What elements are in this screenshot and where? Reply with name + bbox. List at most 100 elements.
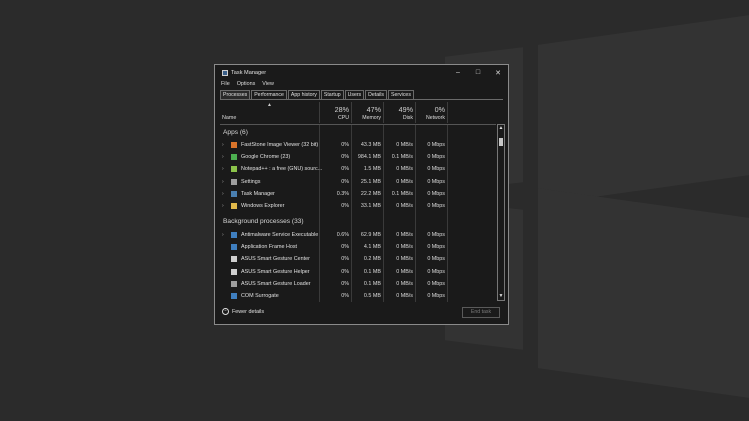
process-cpu: 0% bbox=[341, 244, 349, 251]
title-bar[interactable]: Task Manager – □ ✕ bbox=[215, 65, 508, 80]
chevron-right-icon[interactable]: › bbox=[222, 191, 224, 197]
gear-icon bbox=[231, 178, 237, 185]
column-cpu[interactable]: 28% CPU bbox=[319, 102, 351, 123]
footer: ⌃ Fewer details End task bbox=[215, 303, 508, 325]
process-disk: 0.1 MB/s bbox=[391, 190, 413, 197]
fewer-details-label: Fewer details bbox=[232, 308, 265, 315]
app-frame-icon bbox=[231, 244, 237, 251]
chevron-right-icon[interactable]: › bbox=[222, 232, 224, 238]
task-manager-icon bbox=[231, 190, 237, 197]
chevron-right-icon[interactable]: › bbox=[222, 154, 224, 160]
process-memory: 33.1 MB bbox=[360, 203, 381, 209]
process-name: FastStone Image Viewer (32 bit) bbox=[241, 142, 319, 148]
process-disk: 0 MB/s bbox=[396, 232, 413, 238]
cpu-label: CPU bbox=[338, 115, 349, 121]
column-disk[interactable]: 49% Disk bbox=[383, 102, 415, 123]
process-cpu: 0% bbox=[341, 256, 349, 263]
chevron-right-icon[interactable]: › bbox=[222, 142, 224, 148]
process-name: Windows Explorer bbox=[241, 203, 285, 209]
end-task-button[interactable]: End task bbox=[462, 307, 500, 318]
column-network[interactable]: 0% Network bbox=[415, 102, 447, 123]
process-network: 0 Mbps bbox=[427, 268, 445, 275]
process-name: Notepad++ : a free (GNU) sourc... bbox=[241, 166, 323, 173]
maximize-button[interactable]: □ bbox=[468, 65, 488, 80]
process-disk: 0 MB/s bbox=[396, 178, 413, 185]
process-network: 0 Mbps bbox=[427, 178, 445, 185]
process-memory: 22.2 MB bbox=[360, 190, 381, 197]
tab-app-history[interactable]: App history bbox=[287, 90, 320, 99]
process-row[interactable]: › FastStone Image Viewer (32 bit) 0% 43.3 M… bbox=[220, 140, 496, 151]
process-network: 0 Mbps bbox=[427, 280, 445, 287]
process-cpu: 0% bbox=[341, 166, 349, 173]
menu-options[interactable]: Options bbox=[237, 81, 256, 87]
memory-label: Memory bbox=[362, 115, 381, 121]
minimize-button[interactable]: – bbox=[448, 65, 468, 80]
tab-services[interactable]: Services bbox=[388, 90, 414, 99]
disk-total: 49% bbox=[398, 105, 413, 114]
notepad-icon bbox=[231, 166, 237, 173]
menu-file[interactable]: File bbox=[221, 81, 230, 87]
process-list: Apps (6) › FastStone Image Viewer (32 bit… bbox=[220, 124, 496, 302]
cpu-total: 28% bbox=[334, 105, 349, 114]
process-name: ASUS Smart Gesture Helper bbox=[241, 268, 310, 275]
process-network: 0 Mbps bbox=[427, 190, 445, 197]
process-disk: 0 MB/s bbox=[396, 268, 413, 275]
column-memory[interactable]: 47% Memory bbox=[351, 102, 383, 123]
process-cpu: 0% bbox=[341, 280, 349, 287]
process-disk: 0 MB/s bbox=[396, 256, 413, 263]
process-row[interactable]: › Notepad++ : a free (GNU) sourc... 0% 1.5 … bbox=[220, 164, 496, 175]
process-memory: 0.2 MB bbox=[363, 256, 381, 263]
tab-users[interactable]: Users bbox=[344, 90, 365, 99]
process-row[interactable]: › Windows Explorer 0% 33.1 MB 0 MB/s 0 Mbps bbox=[220, 201, 496, 212]
menu-view[interactable]: View bbox=[262, 81, 274, 87]
chevron-right-icon[interactable]: › bbox=[222, 179, 224, 185]
asus-icon bbox=[231, 280, 237, 287]
process-cpu: 0% bbox=[341, 268, 349, 275]
group-background: Background processes (33) bbox=[223, 218, 304, 225]
scroll-up-icon[interactable]: ▲ bbox=[498, 125, 504, 132]
column-divider bbox=[447, 102, 450, 123]
task-manager-icon bbox=[222, 69, 228, 76]
process-row[interactable]: › Google Chrome (23) 0% 984.1 MB 0.1 MB/s 0 M… bbox=[220, 152, 496, 163]
fewer-details-button[interactable]: ⌃ Fewer details bbox=[222, 308, 264, 315]
process-memory: 62.9 MB bbox=[360, 232, 381, 238]
process-row[interactable]: ASUS Smart Gesture Center 0% 0.2 MB 0 MB/s 0… bbox=[220, 254, 496, 265]
process-disk: 0 MB/s bbox=[396, 280, 413, 287]
process-name: Antimalware Service Executable bbox=[241, 232, 319, 238]
asus-icon bbox=[231, 268, 237, 275]
chevron-right-icon[interactable]: › bbox=[222, 203, 224, 209]
process-name: Settings bbox=[241, 178, 261, 185]
tab-processes[interactable]: Processes bbox=[220, 90, 251, 99]
column-name[interactable]: Name bbox=[222, 115, 236, 121]
process-row[interactable]: › Antimalware Service Executable 0.6% 62.9 … bbox=[220, 230, 496, 241]
tab-startup[interactable]: Startup bbox=[320, 90, 344, 99]
process-row[interactable]: Application Frame Host 0% 4.1 MB 0 MB/s 0 Mb… bbox=[220, 242, 496, 253]
tab-strip: Processes Performance App history Startu… bbox=[220, 90, 415, 99]
column-header: ▲ Name 28% CPU 47% Memory 49% Disk 0% Ne… bbox=[220, 102, 496, 123]
process-memory: 0.5 MB bbox=[363, 293, 381, 299]
scroll-thumb[interactable] bbox=[499, 138, 503, 146]
tab-performance[interactable]: Performance bbox=[251, 90, 287, 99]
process-row[interactable]: ASUS Smart Gesture Loader 0% 0.1 MB 0 MB/s 0… bbox=[220, 279, 496, 290]
sort-arrow-icon: ▲ bbox=[267, 102, 272, 108]
process-row[interactable]: ASUS Smart Gesture Helper 0% 0.1 MB 0 MB/s 0… bbox=[220, 267, 496, 278]
chevron-right-icon[interactable]: › bbox=[222, 166, 224, 172]
process-row[interactable]: › Task Manager 0.3% 22.2 MB 0.1 MB/s 0 Mbps bbox=[220, 189, 496, 200]
close-button[interactable]: ✕ bbox=[488, 65, 508, 80]
process-name: Task Manager bbox=[241, 190, 275, 197]
process-name: ASUS Smart Gesture Center bbox=[241, 256, 310, 263]
process-name: ASUS Smart Gesture Loader bbox=[241, 280, 311, 287]
com-icon bbox=[231, 293, 237, 299]
tab-divider bbox=[220, 99, 503, 100]
network-total: 0% bbox=[434, 105, 445, 114]
vertical-scrollbar[interactable]: ▲ ▼ bbox=[497, 124, 505, 301]
tab-details[interactable]: Details bbox=[365, 90, 388, 99]
process-memory: 25.1 MB bbox=[360, 178, 381, 185]
process-memory: 43.3 MB bbox=[360, 142, 381, 148]
process-memory: 0.1 MB bbox=[363, 268, 381, 275]
process-row[interactable]: COM Surrogate 0% 0.5 MB 0 MB/s 0 Mbps bbox=[220, 291, 496, 302]
process-disk: 0 MB/s bbox=[396, 244, 413, 251]
process-cpu: 0% bbox=[341, 203, 349, 209]
scroll-down-icon[interactable]: ▼ bbox=[498, 293, 504, 300]
process-row[interactable]: › Settings 0% 25.1 MB 0 MB/s 0 Mbps bbox=[220, 177, 496, 188]
